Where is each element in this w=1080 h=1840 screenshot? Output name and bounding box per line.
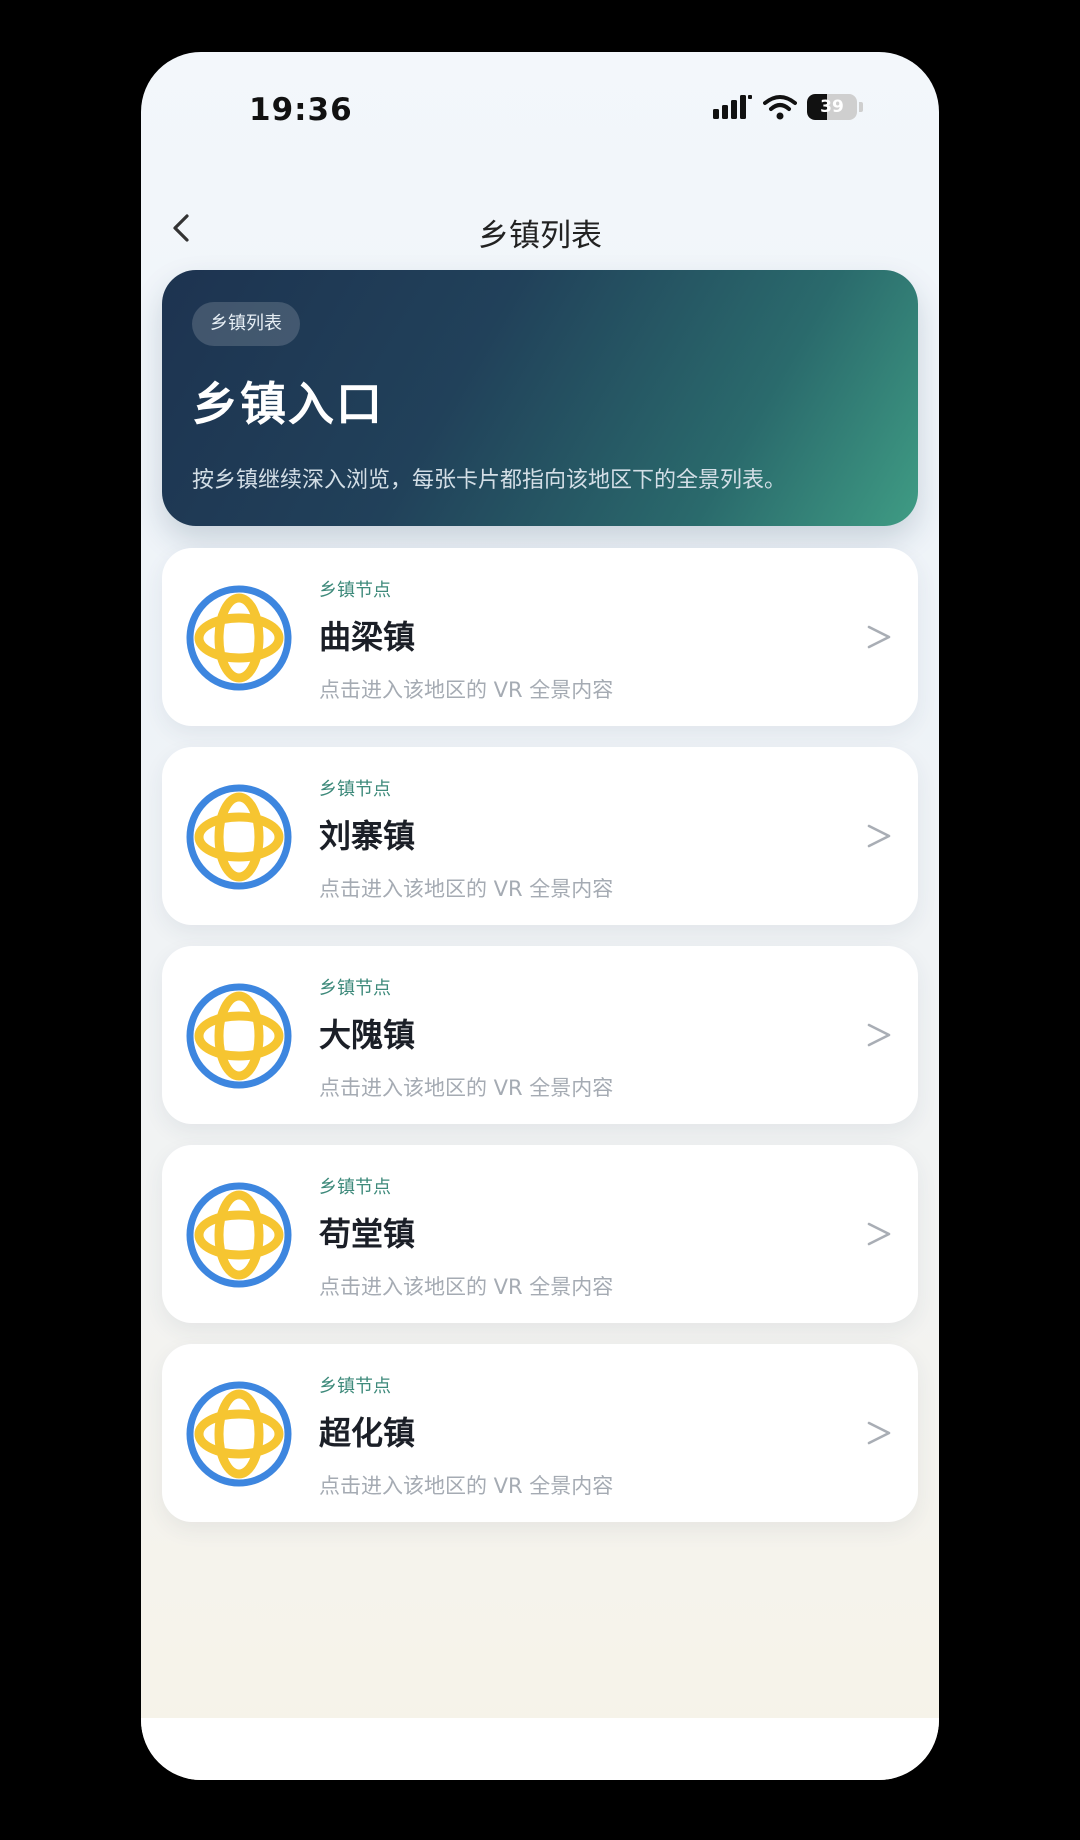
town-tag: 乡镇节点 [319,779,391,800]
status-time: 19:36 [249,92,353,128]
town-name: 超化镇 [319,1414,416,1452]
town-list: 乡镇节点 曲梁镇 点击进入该地区的 VR 全景内容 乡镇节点 刘寨镇 点击进入该… [162,548,918,1543]
town-tag: 乡镇节点 [319,978,391,999]
town-tag: 乡镇节点 [319,580,391,601]
nav-bar: 乡镇列表 [141,192,939,264]
status-bar: 19:36 39 [141,52,939,172]
bottom-bar [141,1718,939,1780]
chevron-right-icon [867,1222,891,1246]
town-name: 刘寨镇 [319,817,416,855]
town-tag: 乡镇节点 [319,1177,391,1198]
town-name: 大隗镇 [319,1016,416,1054]
battery-tip [859,102,863,112]
wifi-icon [763,95,797,120]
town-tag: 乡镇节点 [319,1376,391,1397]
town-card-3[interactable]: 乡镇节点 大隗镇 点击进入该地区的 VR 全景内容 [162,946,918,1124]
town-description: 点击进入该地区的 VR 全景内容 [319,1275,614,1299]
hero-description: 按乡镇继续深入浏览，每张卡片都指向该地区下的全景列表。 [192,468,787,493]
status-icons: 39 [713,94,863,120]
page-title: 乡镇列表 [478,218,602,254]
globe-icon [186,784,292,890]
globe-icon [186,1182,292,1288]
town-description: 点击进入该地区的 VR 全景内容 [319,1474,614,1498]
town-description: 点击进入该地区的 VR 全景内容 [319,877,614,901]
phone-screen: 19:36 39 乡镇列表 乡镇列表 乡镇入口 按乡镇继续深入浏览，每张卡片都指… [141,52,939,1780]
town-description: 点击进入该地区的 VR 全景内容 [319,678,614,702]
hero-title: 乡镇入口 [192,377,384,431]
battery-level: 39 [820,97,844,117]
battery-icon: 39 [807,94,857,120]
globe-icon [186,1381,292,1487]
town-card-4[interactable]: 乡镇节点 苟堂镇 点击进入该地区的 VR 全景内容 [162,1145,918,1323]
town-card-2[interactable]: 乡镇节点 刘寨镇 点击进入该地区的 VR 全景内容 [162,747,918,925]
chevron-right-icon [867,824,891,848]
hero-banner: 乡镇列表 乡镇入口 按乡镇继续深入浏览，每张卡片都指向该地区下的全景列表。 [162,270,918,526]
chevron-right-icon [867,1421,891,1445]
chevron-right-icon [867,1023,891,1047]
chevron-right-icon [867,625,891,649]
hero-tag: 乡镇列表 [192,302,300,346]
globe-icon [186,983,292,1089]
town-card-5[interactable]: 乡镇节点 超化镇 点击进入该地区的 VR 全景内容 [162,1344,918,1522]
town-card-1[interactable]: 乡镇节点 曲梁镇 点击进入该地区的 VR 全景内容 [162,548,918,726]
town-name: 苟堂镇 [319,1215,416,1253]
globe-icon [186,585,292,691]
town-description: 点击进入该地区的 VR 全景内容 [319,1076,614,1100]
signal-icon [713,95,752,119]
town-name: 曲梁镇 [319,618,416,656]
